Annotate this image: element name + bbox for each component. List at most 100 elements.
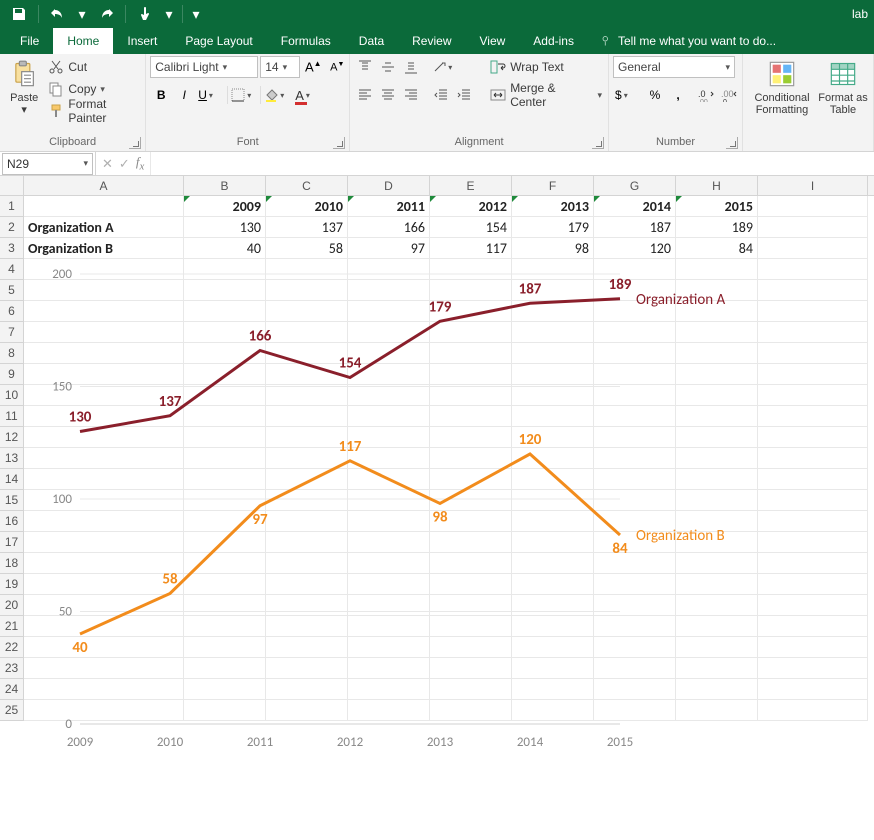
row-header[interactable]: 4 [0,259,24,280]
undo-dropdown[interactable]: ▾ [75,2,89,26]
tell-me-search[interactable]: Tell me what you want to do... [600,28,776,54]
italic-button[interactable]: I [173,84,195,106]
orientation-button[interactable]: ▾ [430,56,460,78]
cell[interactable]: 120 [594,238,676,259]
row-header[interactable]: 5 [0,280,24,301]
row-header[interactable]: 12 [0,427,24,448]
cell[interactable]: Organization A [24,217,184,238]
align-top-button[interactable] [354,56,376,78]
align-left-button[interactable] [354,84,376,106]
row-header[interactable]: 6 [0,301,24,322]
row-header[interactable]: 15 [0,490,24,511]
column-header[interactable]: C [266,176,348,195]
column-header[interactable]: B [184,176,266,195]
underline-button[interactable]: U▾ [196,84,226,106]
row-header[interactable]: 9 [0,364,24,385]
tab-insert[interactable]: Insert [113,28,171,54]
conditional-formatting-button[interactable]: Conditional Formatting [747,56,817,116]
cell[interactable]: 187 [594,217,676,238]
row-header[interactable]: 21 [0,616,24,637]
paste-button[interactable]: Paste▾ [4,56,44,116]
format-painter-button[interactable]: Format Painter [46,100,141,122]
increase-font-button[interactable]: A▲ [302,56,324,78]
accounting-button[interactable]: $▾ [613,84,643,106]
bold-button[interactable]: B [150,84,172,106]
touch-mode-button[interactable] [132,2,158,26]
cell[interactable]: 137 [266,217,348,238]
cell[interactable]: 179 [512,217,594,238]
alignment-dialog-launcher[interactable] [592,137,604,149]
cell[interactable]: 97 [348,238,430,259]
tab-review[interactable]: Review [398,28,465,54]
column-header[interactable]: D [348,176,430,195]
cell[interactable] [24,196,184,217]
tab-file[interactable]: File [6,28,53,54]
cell[interactable]: 2012 [430,196,512,217]
row-header[interactable]: 19 [0,574,24,595]
column-header[interactable]: I [758,176,868,195]
border-button[interactable]: ▾ [229,84,259,106]
cell[interactable]: 130 [184,217,266,238]
row-header[interactable]: 16 [0,511,24,532]
tab-add-ins[interactable]: Add-ins [519,28,588,54]
formula-input[interactable] [151,152,874,175]
row-header[interactable]: 1 [0,196,24,217]
column-header[interactable]: A [24,176,184,195]
cell[interactable]: 189 [676,217,758,238]
row-header[interactable]: 11 [0,406,24,427]
cancel-formula-button[interactable]: ✕ [102,156,113,172]
tab-data[interactable]: Data [345,28,398,54]
fill-color-button[interactable]: ▾ [262,84,292,106]
cell[interactable]: 2010 [266,196,348,217]
row-header[interactable]: 2 [0,217,24,238]
decrease-indent-button[interactable] [430,84,452,106]
decrease-decimal-button[interactable]: .00.0 [718,84,740,106]
row-header[interactable]: 18 [0,553,24,574]
cell[interactable]: 2011 [348,196,430,217]
cell[interactable]: 166 [348,217,430,238]
cut-button[interactable]: Cut [46,56,141,78]
tab-formulas[interactable]: Formulas [267,28,345,54]
cell[interactable]: 40 [184,238,266,259]
percent-button[interactable]: % [644,84,666,106]
format-as-table-button[interactable]: Format as Table [817,56,869,116]
row-header[interactable]: 13 [0,448,24,469]
name-box[interactable]: N29 ▾ [2,153,93,175]
fx-button[interactable]: fx [136,154,144,173]
column-header[interactable]: F [512,176,594,195]
number-format-combo[interactable]: General▾ [613,56,735,78]
chart[interactable]: 0501001502002009201020112012201320142015… [40,264,780,764]
column-header[interactable]: E [430,176,512,195]
row-header[interactable]: 23 [0,658,24,679]
font-color-button[interactable]: A▾ [293,84,323,106]
cell[interactable] [758,196,868,217]
row-header[interactable]: 8 [0,343,24,364]
cell[interactable]: 58 [266,238,348,259]
row-header[interactable]: 20 [0,595,24,616]
row-header[interactable]: 17 [0,532,24,553]
align-center-button[interactable] [377,84,399,106]
cell[interactable] [758,238,868,259]
cell[interactable]: 84 [676,238,758,259]
align-bottom-button[interactable] [400,56,422,78]
increase-indent-button[interactable] [453,84,475,106]
merge-center-button[interactable]: Merge & Center ▾ [488,84,604,106]
qat-customize[interactable]: ▾ [189,2,203,26]
cell[interactable]: 98 [512,238,594,259]
comma-button[interactable]: , [667,84,689,106]
save-button[interactable] [6,2,32,26]
align-right-button[interactable] [400,84,422,106]
touch-dropdown[interactable]: ▾ [162,2,176,26]
cell[interactable]: 154 [430,217,512,238]
tab-home[interactable]: Home [53,28,113,54]
column-header[interactable]: H [676,176,758,195]
cell[interactable]: 2015 [676,196,758,217]
column-header[interactable]: G [594,176,676,195]
row-header[interactable]: 7 [0,322,24,343]
cell[interactable]: 117 [430,238,512,259]
cell[interactable] [758,217,868,238]
decrease-font-button[interactable]: A▼ [326,56,348,78]
wrap-text-button[interactable]: Wrap Text [488,56,604,78]
row-header[interactable]: 14 [0,469,24,490]
undo-button[interactable] [45,2,71,26]
